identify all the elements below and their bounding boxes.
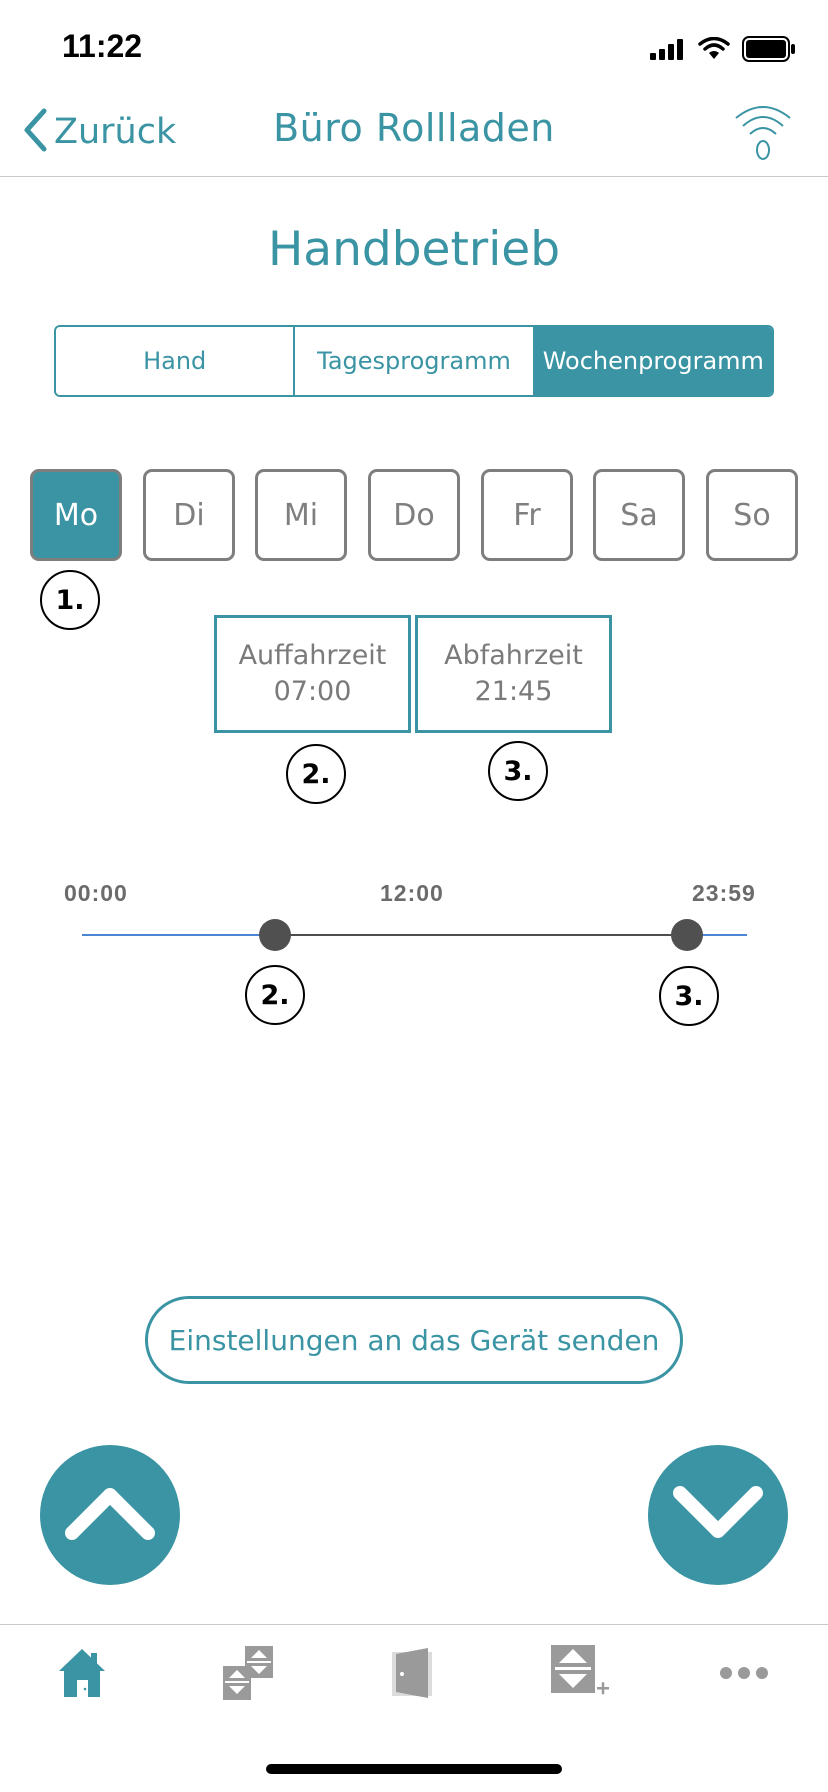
timeline-start-label: 00:00 <box>64 880 128 906</box>
mode-segmented-control: Hand Tagesprogramm Wochenprogramm <box>54 325 774 397</box>
day-mi[interactable]: Mi <box>255 469 347 561</box>
wifi-icon <box>698 36 730 65</box>
shutter-down-button[interactable] <box>648 1445 788 1585</box>
timeline-end-label: 23:59 <box>692 880 756 906</box>
nav-title: Büro Rollladen <box>273 106 555 150</box>
day-mo[interactable]: Mo <box>30 469 122 561</box>
segment-wochenprogramm[interactable]: Wochenprogramm <box>532 327 772 395</box>
status-time: 11:22 <box>62 28 143 64</box>
day-sa[interactable]: Sa <box>593 469 685 561</box>
more-icon <box>719 1665 769 1685</box>
up-time-handle[interactable] <box>258 919 291 951</box>
tab-bar-divider <box>0 1624 828 1625</box>
chevron-down-icon <box>672 1485 764 1545</box>
annotation-marker-2-timeline: 2. <box>245 965 305 1025</box>
day-di[interactable]: Di <box>143 469 235 561</box>
tab-shutter-groups[interactable] <box>203 1640 293 1710</box>
annotation-marker-1: 1. <box>40 570 100 630</box>
home-indicator <box>266 1764 562 1774</box>
page-title: Handbetrieb <box>267 222 561 277</box>
up-time-card[interactable]: Auffahrzeit 07:00 <box>214 615 411 733</box>
status-icons <box>650 36 796 66</box>
down-time-card[interactable]: Abfahrzeit 21:45 <box>415 615 612 733</box>
timeline-segment-before <box>82 934 275 936</box>
shutter-group-icon <box>219 1644 277 1706</box>
time-cards: Auffahrzeit 07:00 Abfahrzeit 21:45 <box>214 615 612 733</box>
home-icon <box>57 1647 107 1703</box>
cellular-signal-icon <box>650 38 686 64</box>
day-selector: Mo Di Mi Do Fr Sa So <box>30 469 800 561</box>
time-range-slider[interactable] <box>82 919 747 951</box>
day-so[interactable]: So <box>706 469 798 561</box>
send-settings-button[interactable]: Einstellungen an das Gerät senden <box>145 1296 683 1384</box>
tab-more[interactable] <box>699 1640 789 1710</box>
up-time-value: 07:00 <box>273 676 352 707</box>
day-do[interactable]: Do <box>368 469 460 561</box>
add-shutter-icon <box>547 1643 611 1707</box>
shutter-up-button[interactable] <box>40 1445 180 1585</box>
day-fr[interactable]: Fr <box>481 469 573 561</box>
tab-doors[interactable] <box>368 1640 458 1710</box>
app-screen: 11:22 Zurück Büro Rollladen Handbetrieb … <box>0 0 828 1792</box>
segment-tagesprogramm[interactable]: Tagesprogramm <box>293 327 533 395</box>
annotation-marker-2: 2. <box>286 744 346 804</box>
timeline-mid-label: 12:00 <box>380 880 444 906</box>
down-time-label: Abfahrzeit <box>444 640 583 671</box>
annotation-marker-3-timeline: 3. <box>659 966 719 1026</box>
up-time-label: Auffahrzeit <box>238 640 387 671</box>
annotation-marker-3: 3. <box>488 741 548 801</box>
down-time-value: 21:45 <box>474 676 553 707</box>
tab-add-shutter[interactable] <box>534 1640 624 1710</box>
segment-hand[interactable]: Hand <box>56 327 294 395</box>
nav-divider <box>0 176 828 177</box>
door-icon <box>388 1646 438 1704</box>
radio-signal-icon[interactable] <box>732 100 794 166</box>
down-time-handle[interactable] <box>671 919 704 951</box>
battery-icon <box>742 36 796 66</box>
chevron-up-icon <box>64 1485 156 1545</box>
tab-home[interactable] <box>37 1640 127 1710</box>
timeline-segment-active <box>274 934 688 936</box>
